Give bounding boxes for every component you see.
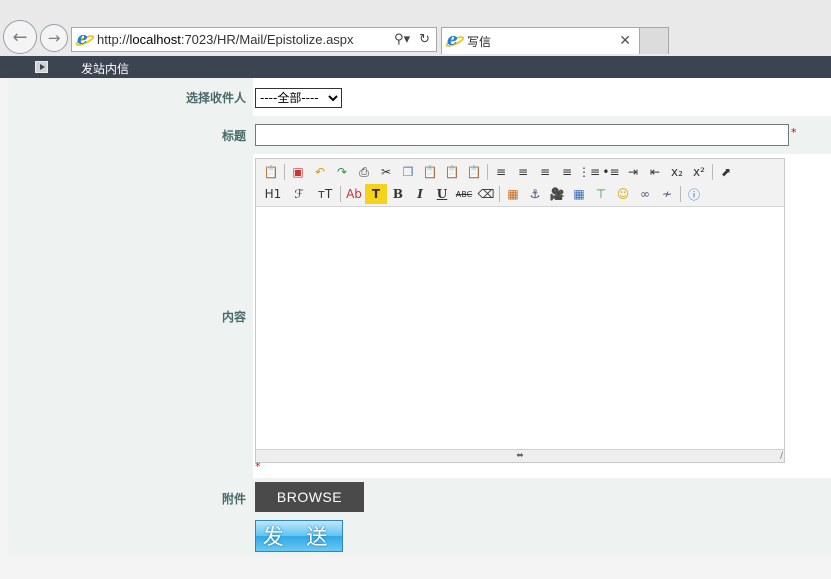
subject-input[interactable] xyxy=(255,124,789,146)
justify-icon[interactable]: ≡ xyxy=(556,162,578,182)
resize-grip-icon[interactable]: ∕ xyxy=(780,451,783,461)
print-icon[interactable]: ⎙ xyxy=(353,162,375,182)
paste-icon[interactable]: 📋 xyxy=(419,162,441,182)
rich-text-editor: 📋 ▣ ↶ ↷ ⎙ ✂ ❐ 📋 📋 📋 ≡ ≡ ≡ ≡ ⋮≡ •≡ ⇥ ⇤ x₂… xyxy=(255,158,785,463)
content-label: 内容 xyxy=(8,154,253,478)
media-icon[interactable]: 🎥 xyxy=(546,184,568,204)
page-title: 发站内信 xyxy=(81,62,130,76)
recipient-select[interactable]: ----全部---- xyxy=(255,88,342,108)
attachment-label: 附件 xyxy=(8,478,253,556)
ie-icon: e xyxy=(74,30,96,48)
superscript-icon[interactable]: x² xyxy=(688,162,710,182)
eraser-icon[interactable]: ⌫ xyxy=(475,184,497,204)
back-arrow-icon[interactable]: ← xyxy=(3,20,37,54)
tab-title: 写信 xyxy=(467,34,492,49)
heading-icon[interactable]: H1 xyxy=(260,184,286,204)
url-text[interactable]: http://localhost:7023/HR/Mail/Epistolize… xyxy=(97,32,354,47)
highlight-icon[interactable]: T xyxy=(365,184,387,204)
unordered-list-icon[interactable]: •≡ xyxy=(600,162,622,182)
bold-icon[interactable]: B xyxy=(387,184,409,204)
underline-icon[interactable]: U xyxy=(431,184,453,204)
flash-icon[interactable]: ⚓ xyxy=(524,184,546,204)
help-icon[interactable]: ⓘ xyxy=(683,184,705,204)
select-pointer-icon[interactable]: ⬈ xyxy=(715,162,737,182)
ordered-list-icon[interactable]: ⋮≡ xyxy=(578,162,600,182)
compose-form: 选择收件人 ----全部---- 标题 * 内容 📋 ▣ ↶ ↷ ⎙ ✂ ❐ 📋… xyxy=(8,78,831,556)
recipient-row: 选择收件人 ----全部---- xyxy=(8,78,831,116)
copy-icon[interactable]: ❐ xyxy=(397,162,419,182)
indent-icon[interactable]: ⇥ xyxy=(622,162,644,182)
address-bar[interactable]: e http://localhost:7023/HR/Mail/Epistoli… xyxy=(71,27,437,52)
play-icon xyxy=(35,61,48,73)
new-tab-button[interactable] xyxy=(640,27,669,54)
font-color-icon[interactable]: Ab xyxy=(343,184,365,204)
emoticon-icon[interactable]: ☺ xyxy=(612,184,634,204)
search-icon[interactable]: ⚲▾ xyxy=(394,32,410,47)
redo-icon[interactable]: ↷ xyxy=(331,162,353,182)
forward-arrow-icon[interactable]: → xyxy=(40,24,68,52)
outdent-icon[interactable]: ⇤ xyxy=(644,162,666,182)
image-icon[interactable]: ▦ xyxy=(502,184,524,204)
editor-content-area[interactable] xyxy=(256,207,784,449)
tab-current[interactable]: e 写信 ✕ xyxy=(441,27,640,54)
paste-text-icon[interactable]: 📋 xyxy=(441,162,463,182)
attachment-row: 附件 BROWSE 发 送 xyxy=(8,478,831,556)
subscript-icon[interactable]: x₂ xyxy=(666,162,688,182)
strikethrough-icon[interactable]: ABC xyxy=(453,184,475,204)
font-size-icon[interactable]: тT xyxy=(312,184,338,204)
send-button[interactable]: 发 送 xyxy=(255,520,343,552)
subject-row: 标题 * xyxy=(8,116,831,154)
subject-label: 标题 xyxy=(8,116,253,154)
editor-toolbar: 📋 ▣ ↶ ↷ ⎙ ✂ ❐ 📋 📋 📋 ≡ ≡ ≡ ≡ ⋮≡ •≡ ⇥ ⇤ x₂… xyxy=(256,159,784,207)
content-row: 内容 📋 ▣ ↶ ↷ ⎙ ✂ ❐ 📋 📋 📋 ≡ ≡ ≡ ≡ ⋮≡ •≡ ⇥ ⇤… xyxy=(8,154,831,478)
required-mark: * xyxy=(791,126,797,139)
recipient-label: 选择收件人 xyxy=(8,78,253,116)
undo-icon[interactable]: ↶ xyxy=(309,162,331,182)
paste-word-icon[interactable]: 📋 xyxy=(463,162,485,182)
source-icon[interactable]: 📋 xyxy=(260,162,282,182)
italic-icon[interactable]: I xyxy=(409,184,431,204)
table-icon[interactable]: ▦ xyxy=(568,184,590,204)
page-header-bar: 发站内信 xyxy=(0,56,831,78)
refresh-icon[interactable]: ↻ xyxy=(419,32,430,47)
content-required-mark: * xyxy=(255,460,261,473)
editor-resize-handle[interactable]: ⬌ xyxy=(256,449,784,462)
close-icon[interactable]: ✕ xyxy=(619,33,631,49)
align-center-icon[interactable]: ≡ xyxy=(512,162,534,182)
browse-button[interactable]: BROWSE xyxy=(255,482,364,512)
align-right-icon[interactable]: ≡ xyxy=(534,162,556,182)
ie-tab-icon: e xyxy=(444,31,466,49)
link-icon[interactable]: ∞ xyxy=(634,184,656,204)
font-family-icon[interactable]: ℱ xyxy=(286,184,312,204)
align-left-icon[interactable]: ≡ xyxy=(490,162,512,182)
unlink-icon[interactable]: ≁ xyxy=(656,184,678,204)
browser-chrome: ← → e http://localhost:7023/HR/Mail/Epis… xyxy=(0,0,831,56)
horizontal-rule-icon[interactable]: ⊤ xyxy=(590,184,612,204)
fullscreen-icon[interactable]: ▣ xyxy=(287,162,309,182)
cut-icon[interactable]: ✂ xyxy=(375,162,397,182)
